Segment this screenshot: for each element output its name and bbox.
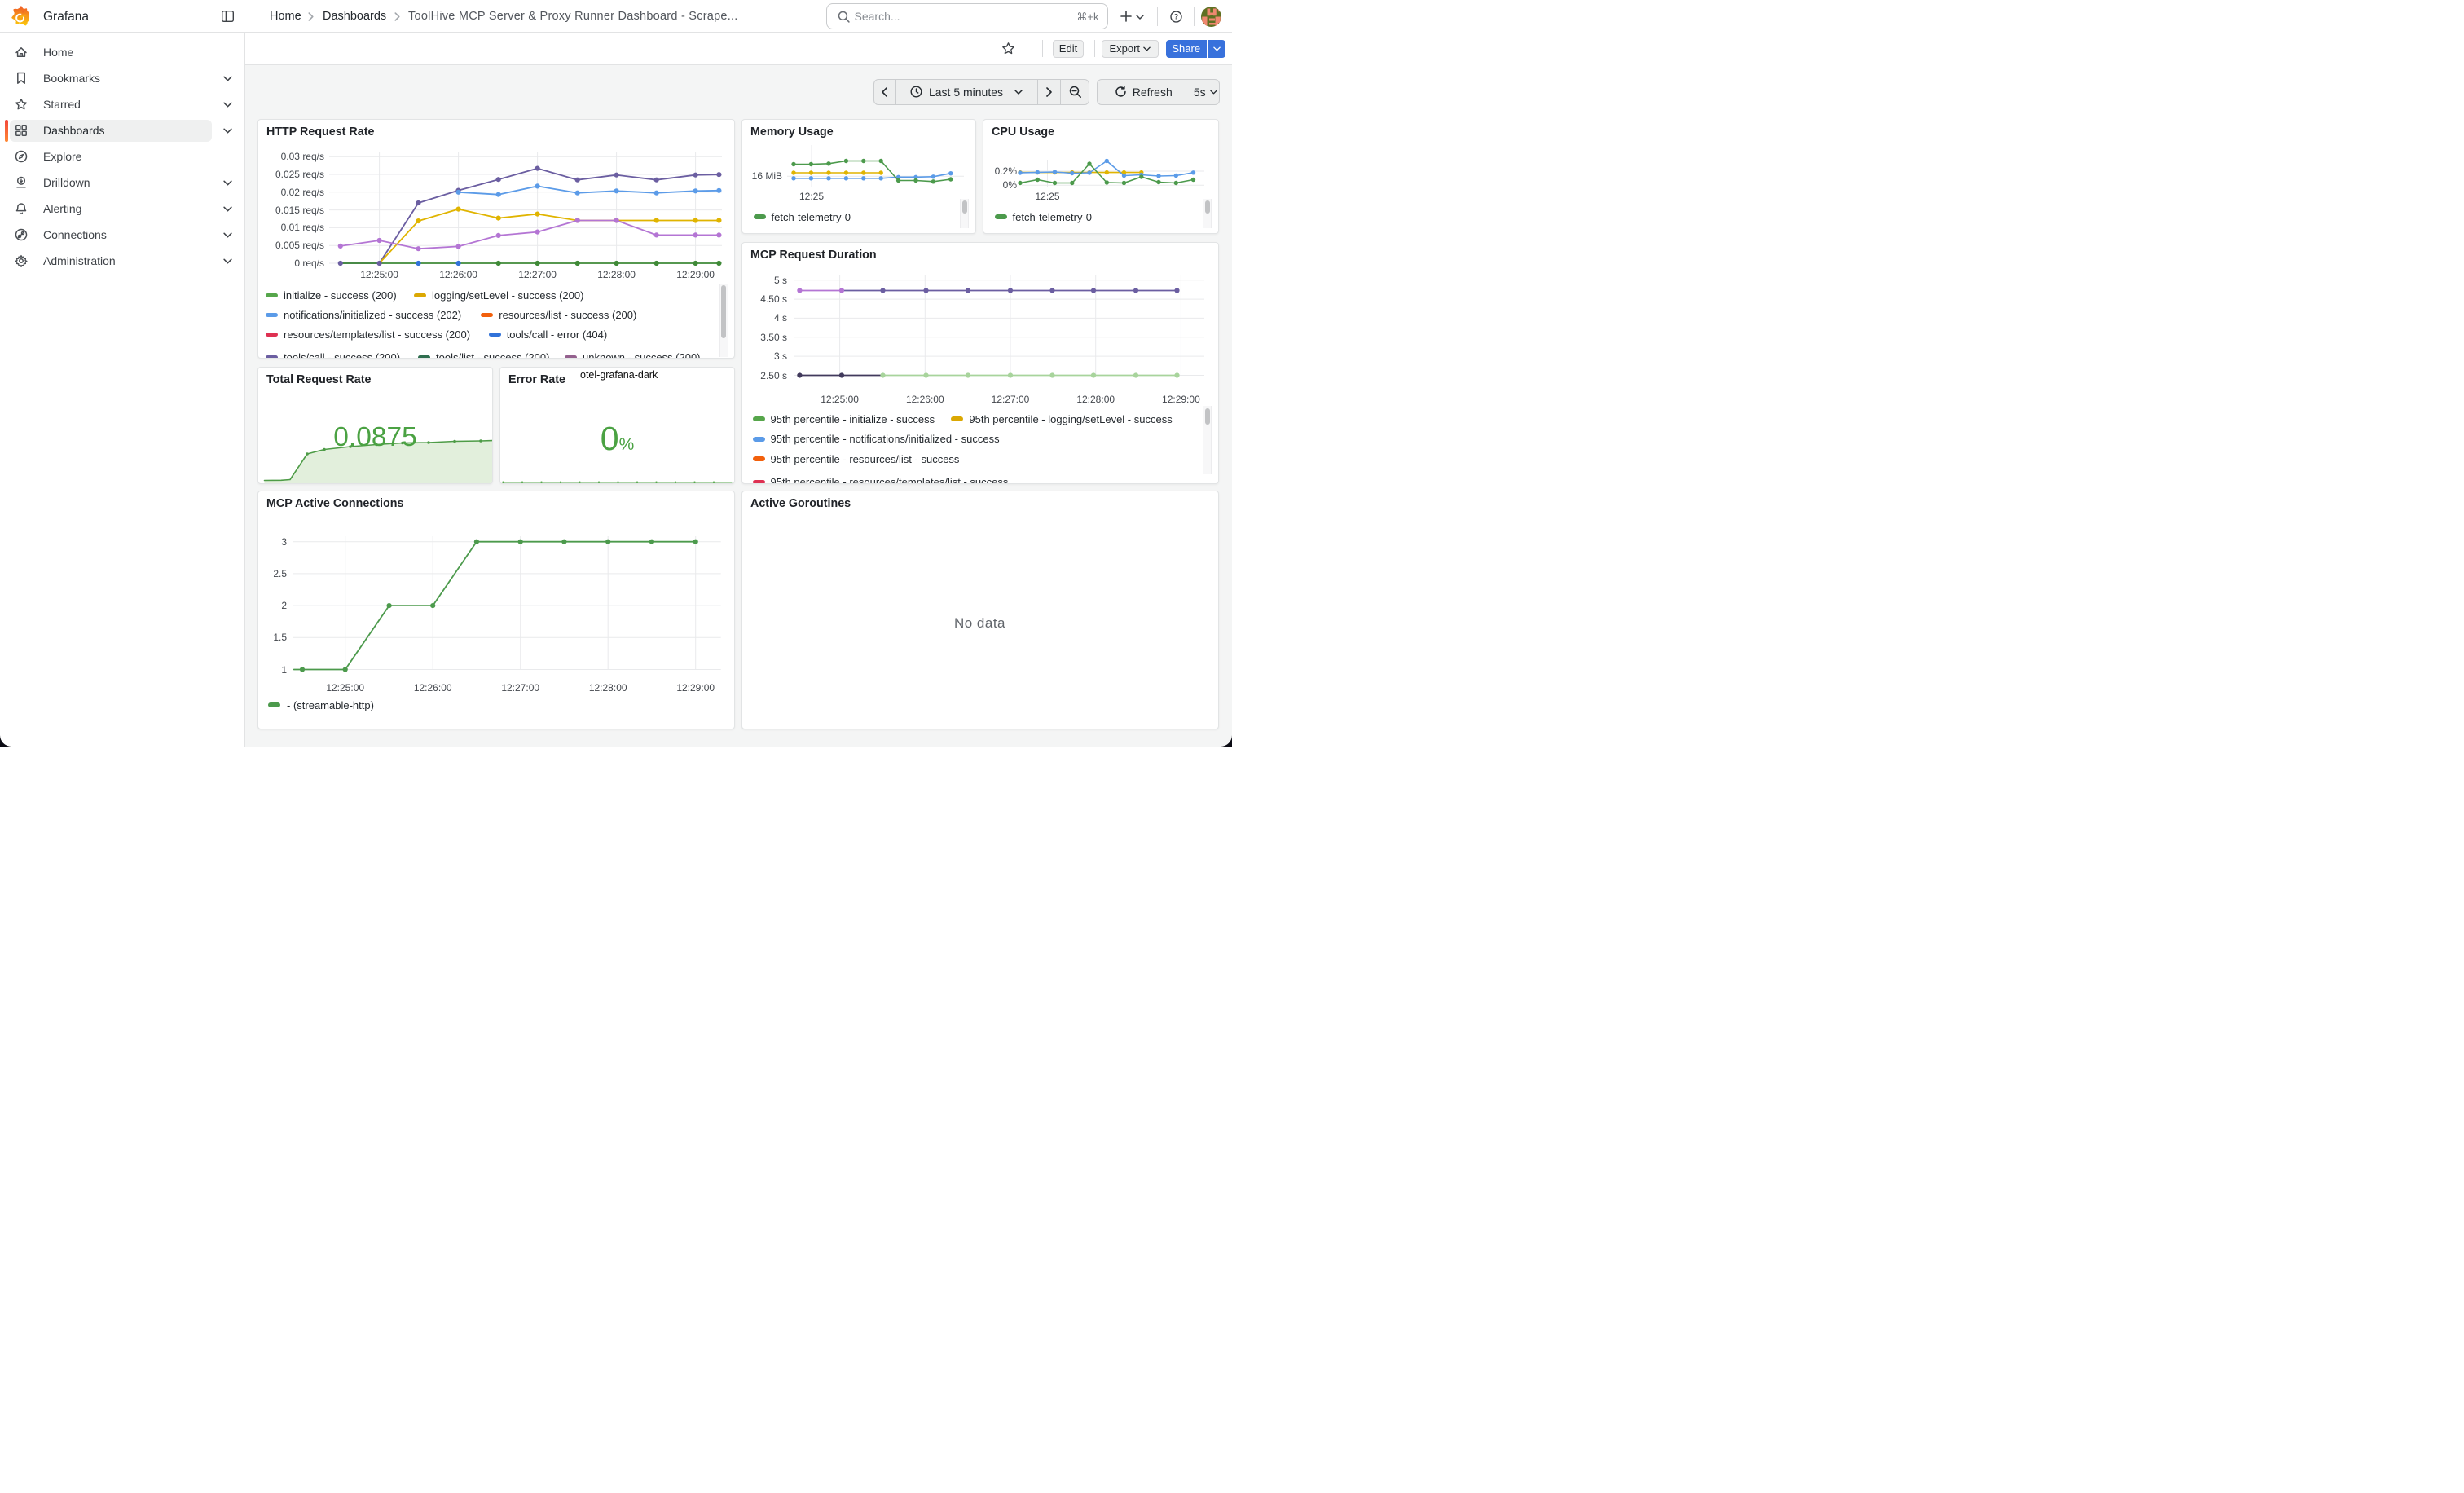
svg-text:?: ? bbox=[1173, 12, 1177, 20]
